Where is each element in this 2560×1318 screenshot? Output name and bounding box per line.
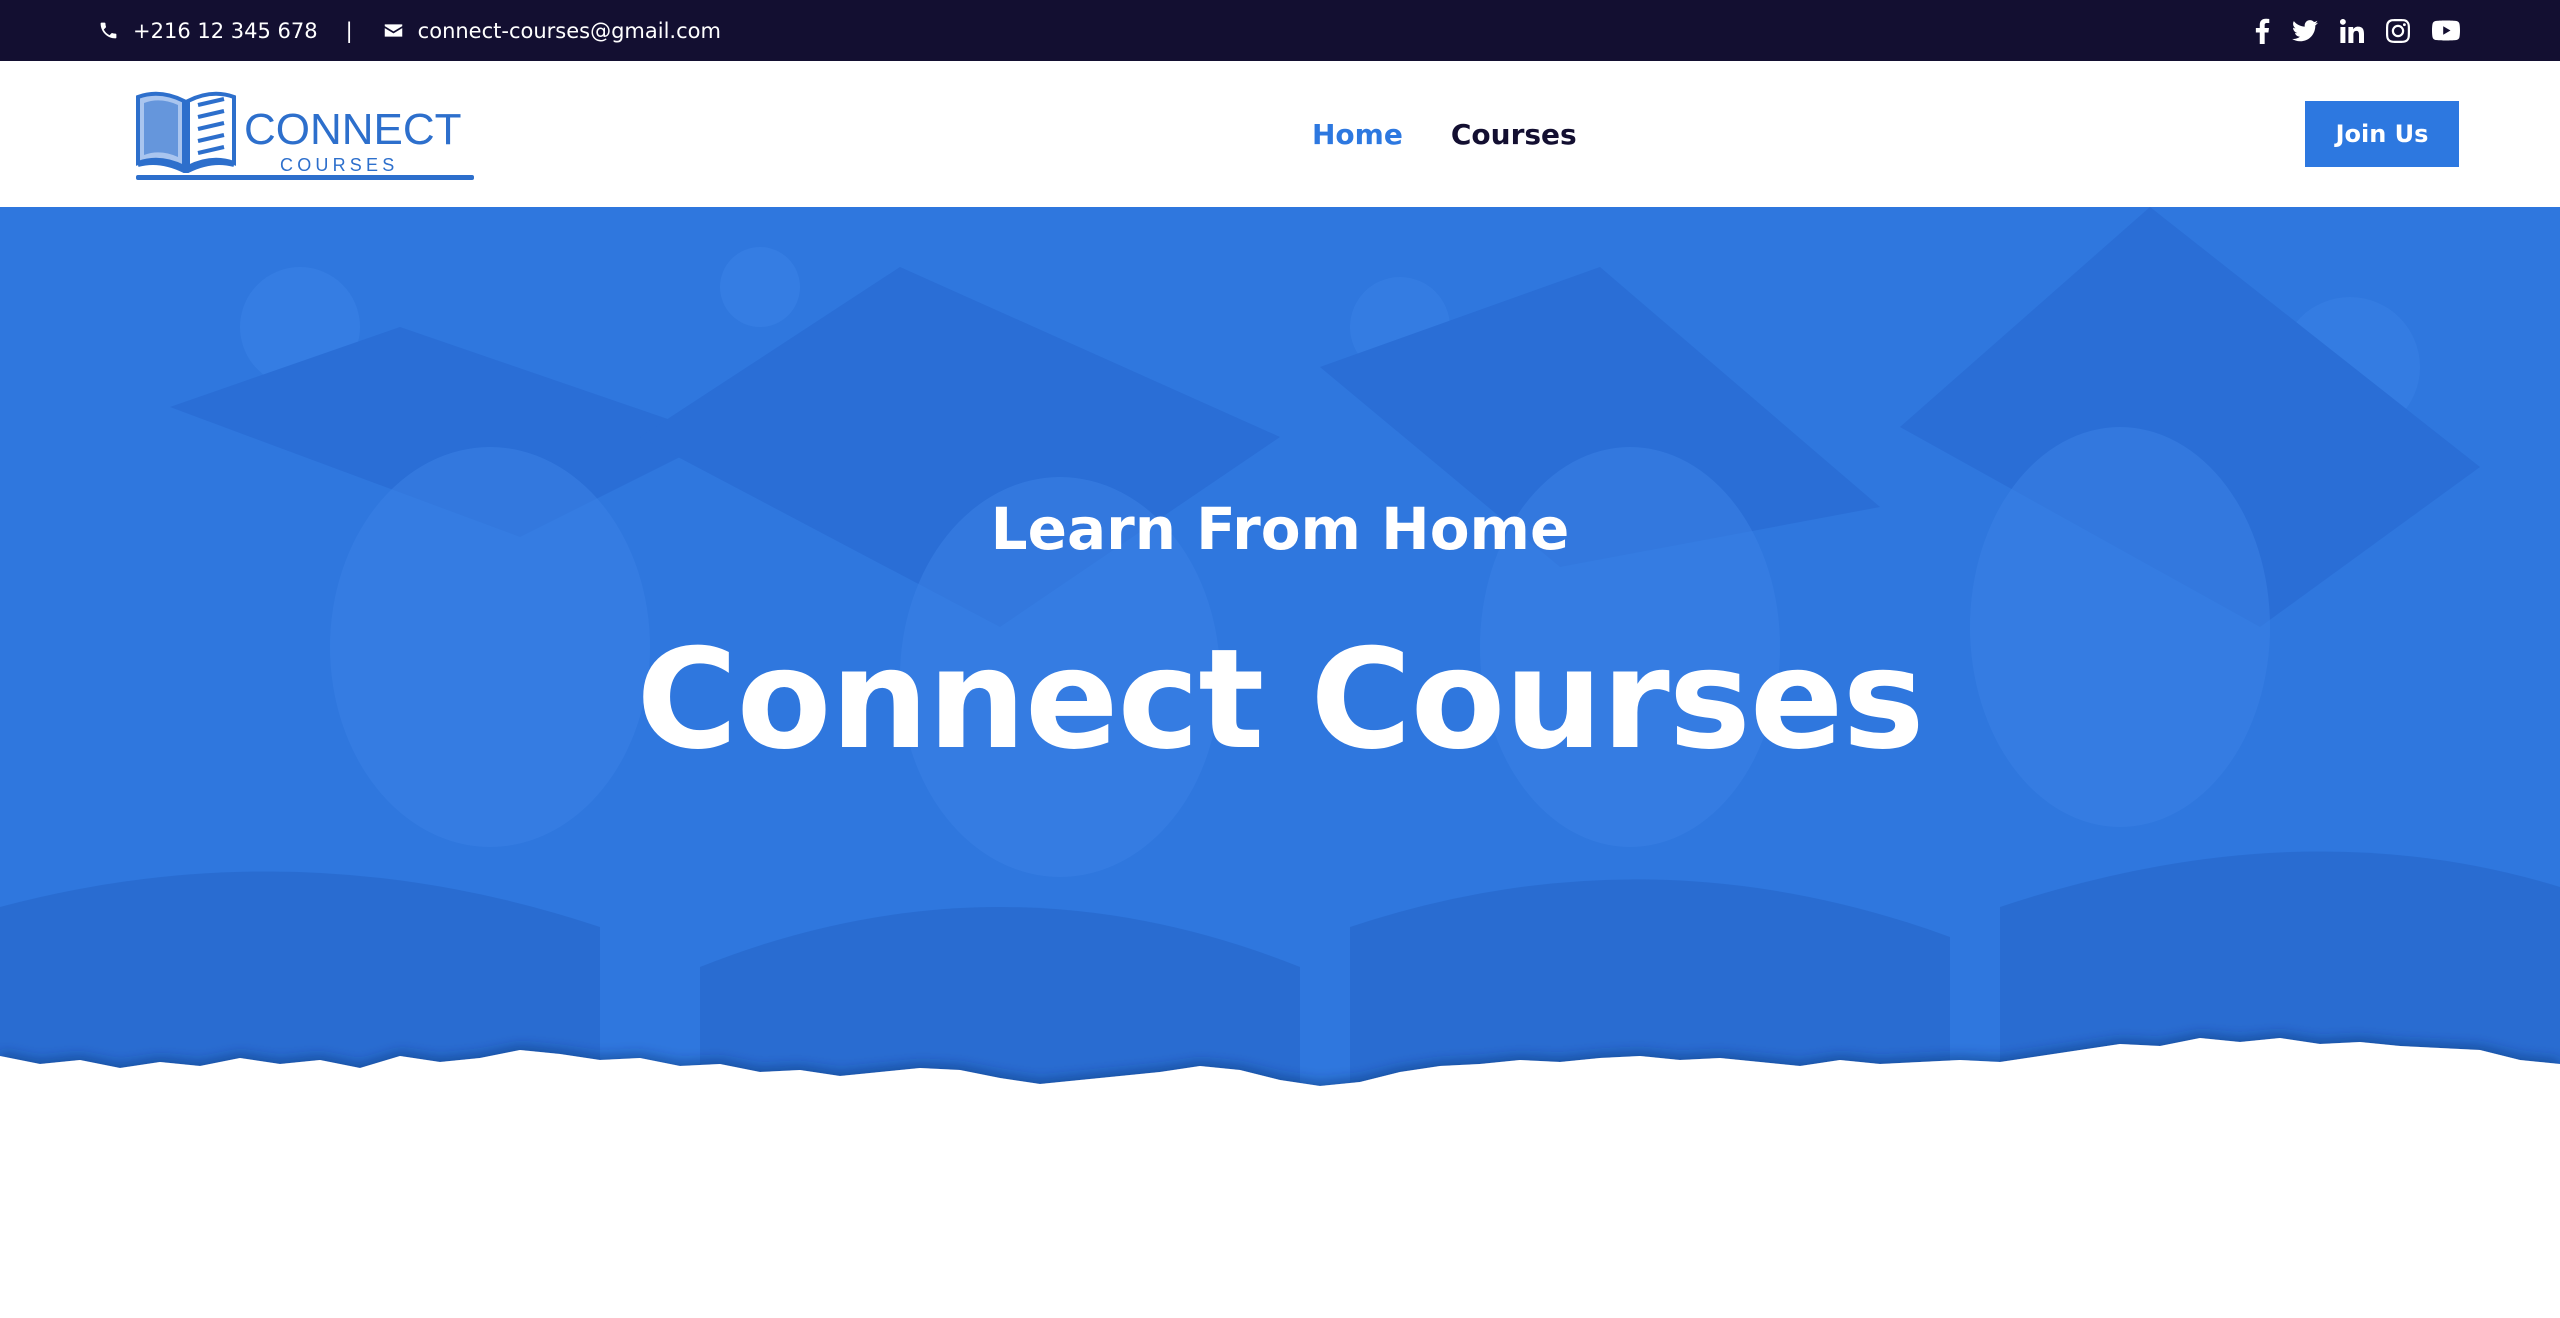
- join-us-button[interactable]: Join Us: [2305, 101, 2459, 167]
- hero-title: Connect Courses: [636, 619, 1924, 780]
- top-bar: +216 12 345 678 | connect-courses@gmail.…: [0, 0, 2560, 61]
- youtube-link[interactable]: [2432, 20, 2460, 41]
- email-address: connect-courses@gmail.com: [417, 18, 721, 43]
- nav-courses[interactable]: Courses: [1451, 118, 1577, 151]
- hero-section: Learn From Home Connect Courses: [0, 207, 2560, 1127]
- social-links: [2233, 0, 2460, 61]
- phone-contact[interactable]: +216 12 345 678: [98, 19, 318, 43]
- facebook-link[interactable]: [2255, 18, 2270, 44]
- logo-wordmark: CONNECT: [244, 105, 462, 154]
- open-book-icon: [136, 91, 236, 173]
- phone-number: +216 12 345 678: [133, 18, 318, 43]
- hero-subtitle: Learn From Home: [990, 495, 1570, 563]
- phone-icon: [100, 22, 117, 39]
- twitter-icon: [2292, 19, 2318, 41]
- email-contact[interactable]: connect-courses@gmail.com: [383, 19, 721, 43]
- main-nav: Home Courses: [1312, 61, 1625, 207]
- torn-paper-divider: [0, 1038, 2560, 1318]
- logo-subtitle: COURSES: [280, 155, 399, 175]
- nav-home[interactable]: Home: [1312, 118, 1403, 151]
- linkedin-link[interactable]: [2340, 18, 2364, 43]
- contact-info: +216 12 345 678 | connect-courses@gmail.…: [98, 0, 721, 61]
- main-header: CONNECT COURSES Home Courses Join Us: [0, 61, 2560, 207]
- logo-underline: [136, 175, 474, 180]
- youtube-icon: [2432, 20, 2460, 41]
- linkedin-icon: [2340, 18, 2364, 43]
- facebook-icon: [2255, 18, 2270, 44]
- twitter-link[interactable]: [2292, 19, 2318, 42]
- instagram-link[interactable]: [2386, 18, 2410, 43]
- contact-separator: |: [345, 18, 353, 43]
- site-logo[interactable]: CONNECT COURSES: [134, 85, 476, 185]
- envelope-icon: [384, 24, 402, 37]
- instagram-icon: [2386, 18, 2410, 43]
